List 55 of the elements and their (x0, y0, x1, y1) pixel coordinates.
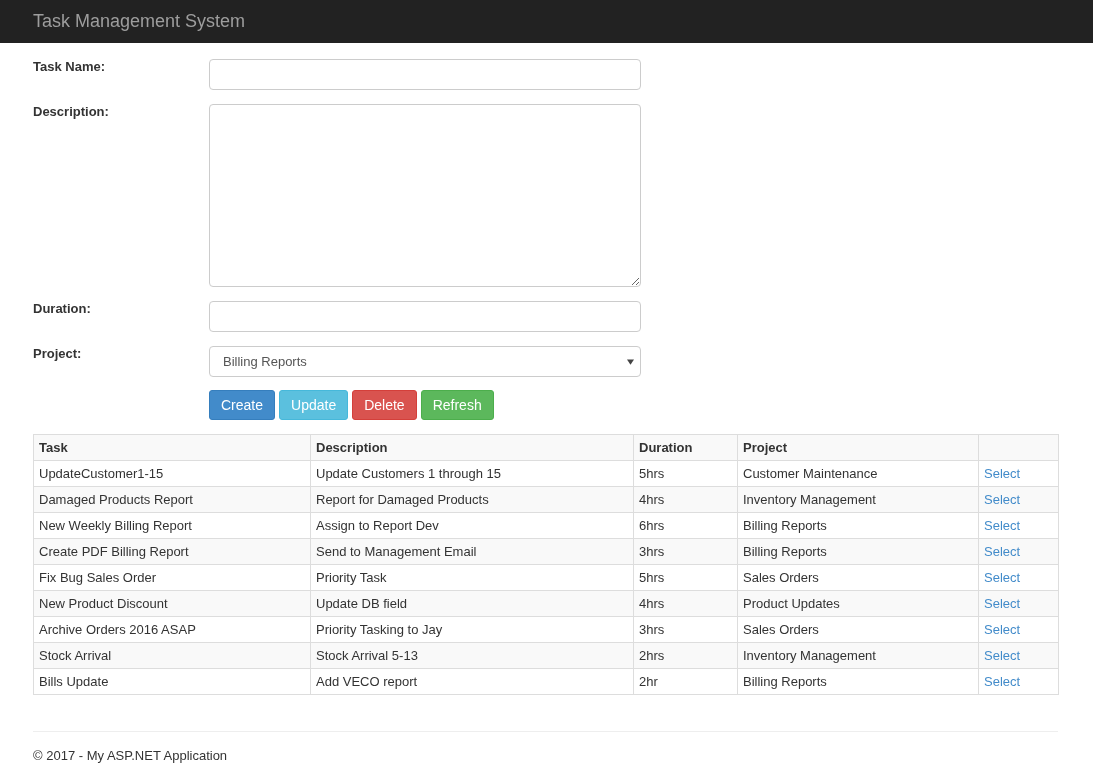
field-label: Project: (33, 346, 83, 361)
table-cell: Update DB field (310, 590, 634, 617)
table-cell: 5hrs (633, 564, 738, 591)
column-header: Duration (633, 434, 738, 461)
table-cell: Stock Arrival 5-13 (310, 642, 634, 669)
table-cell: Update Customers 1 through 15 (310, 460, 634, 487)
column-header: Description (310, 434, 634, 461)
table-cell: Stock Arrival (33, 642, 311, 669)
table-cell: Product Updates (737, 590, 979, 617)
table-cell: Inventory Management (737, 642, 979, 669)
brand-title[interactable]: Task Management System (33, 11, 246, 32)
table-cell: Fix Bug Sales Order (33, 564, 311, 591)
table-cell: Add VECO report (310, 668, 634, 695)
table-cell: Send to Management Email (310, 538, 634, 565)
column-header: Project (737, 434, 979, 461)
action-button[interactable]: Refresh (420, 390, 494, 420)
table-cell: New Product Discount (33, 590, 311, 617)
table-cell: Archive Orders 2016 ASAP (33, 616, 311, 643)
table-cell: Sales Orders (737, 564, 979, 591)
field-label: Duration: (33, 301, 92, 316)
table-cell: 5hrs (633, 460, 738, 487)
table-cell: Billing Reports (737, 538, 979, 565)
column-header: Task (33, 434, 311, 461)
table-cell: Priority Tasking to Jay (310, 616, 634, 643)
input-field[interactable] (209, 104, 641, 287)
input-field[interactable] (209, 301, 641, 332)
table-cell: 2hrs (633, 642, 738, 669)
table-cell: New Weekly Billing Report (33, 512, 311, 539)
table-cell: 3hrs (633, 616, 738, 643)
table-cell: Bills Update (33, 668, 311, 695)
table-cell: Customer Maintenance (737, 460, 979, 487)
table-cell: Report for Damaged Products (310, 486, 634, 513)
action-button[interactable]: Update (279, 390, 349, 420)
footer-text: © 2017 - My ASP.NET Application (33, 748, 229, 763)
table-cell: Assign to Report Dev (310, 512, 634, 539)
table-cell: Billing Reports (737, 668, 979, 695)
input-field[interactable] (209, 59, 641, 90)
field-label: Task Name: (33, 59, 106, 74)
table-cell: 3hrs (633, 538, 738, 565)
table-cell: 4hrs (633, 486, 738, 513)
table-cell: Damaged Products Report (33, 486, 311, 513)
table-cell: 4hrs (633, 590, 738, 617)
field-label: Description: (33, 104, 110, 119)
project-dropdown[interactable]: Billing Reports (209, 346, 641, 377)
table-cell: 6hrs (633, 512, 738, 539)
table-cell: Inventory Management (737, 486, 979, 513)
action-button[interactable]: Delete (352, 390, 417, 420)
table-cell: 2hr (633, 668, 738, 695)
table-cell: UpdateCustomer1-15 (33, 460, 311, 487)
table-cell: Create PDF Billing Report (33, 538, 311, 565)
caret-icon (627, 358, 634, 365)
table-cell: Priority Task (310, 564, 634, 591)
table-cell: Billing Reports (737, 512, 979, 539)
action-button[interactable]: Create (209, 390, 276, 420)
table-cell: Sales Orders (737, 616, 979, 643)
